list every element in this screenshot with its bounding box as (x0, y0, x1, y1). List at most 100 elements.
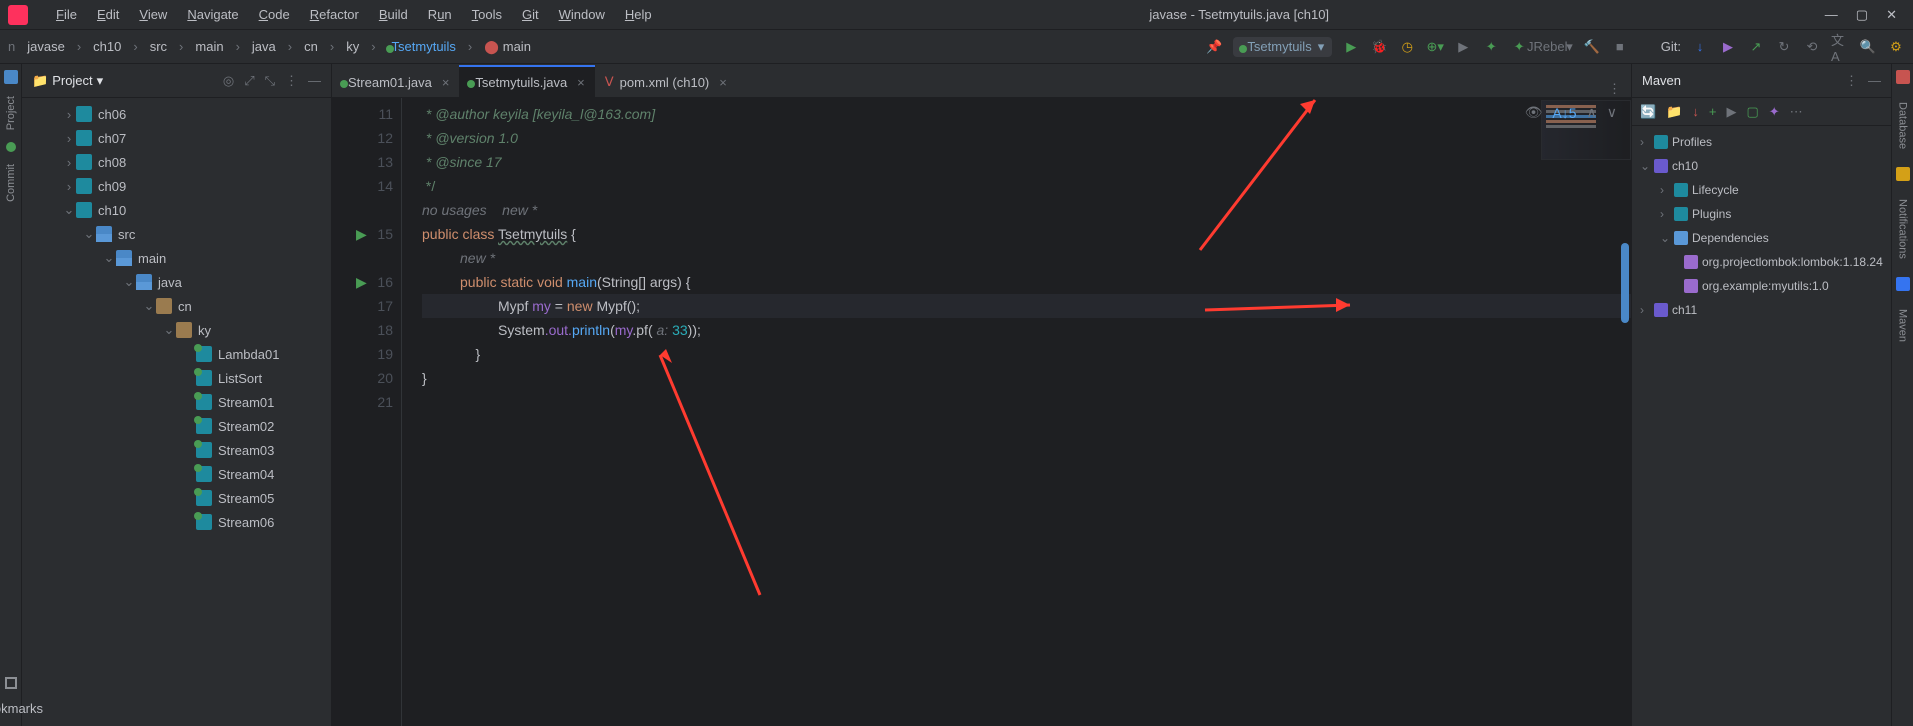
breadcrumb-root[interactable]: javase (27, 39, 65, 54)
run-gutter-icon[interactable]: ▶ (356, 270, 367, 294)
maven-ch10[interactable]: ⌄ch10 (1632, 154, 1891, 178)
maven-toggle-icon[interactable]: ✦ (1769, 104, 1780, 120)
tree-stream05[interactable]: Stream05 (22, 486, 331, 510)
tree-lambda01[interactable]: Lambda01 (22, 342, 331, 366)
tree-src[interactable]: ⌄src (22, 222, 331, 246)
git-update-icon[interactable]: ↓ (1691, 38, 1709, 56)
database-tool-icon[interactable] (1896, 70, 1910, 84)
run-gutter-icon[interactable]: ▶ (356, 222, 367, 246)
build-button[interactable]: 🔨 (1583, 38, 1601, 56)
jrebel-debug-icon[interactable]: ✦ (1510, 38, 1528, 56)
menu-run[interactable]: Run (418, 7, 462, 22)
menu-navigate[interactable]: Navigate (177, 7, 248, 22)
tree-main[interactable]: ⌄main (22, 246, 331, 270)
maven-dependencies[interactable]: ⌄Dependencies (1632, 226, 1891, 250)
breadcrumb-ky[interactable]: ky (346, 39, 359, 54)
maven-dep-myutils[interactable]: org.example:myutils:1.0 (1632, 274, 1891, 298)
translate-icon[interactable]: 文A (1831, 38, 1849, 56)
tree-ch07[interactable]: ›ch07 (22, 126, 331, 150)
breadcrumb-method[interactable]: ⬤ main (484, 39, 531, 55)
run-more-button[interactable]: ▶ (1454, 38, 1472, 56)
rail-notifications[interactable]: Notifications (1897, 193, 1909, 265)
expand-icon[interactable]: ⤢ (244, 73, 254, 89)
minimize-button[interactable]: — (1825, 7, 1838, 23)
breadcrumb-java[interactable]: java (252, 39, 276, 54)
tree-ch06[interactable]: ›ch06 (22, 102, 331, 126)
hide-panel-icon[interactable]: — (308, 73, 321, 89)
menu-window[interactable]: Window (549, 7, 615, 22)
tree-stream02[interactable]: Stream02 (22, 414, 331, 438)
settings-icon[interactable]: ⚙ (1887, 38, 1905, 56)
run-config-selector[interactable]: Tsetmytuils ▾ (1233, 37, 1332, 57)
maven-hide-icon[interactable]: — (1868, 73, 1881, 89)
tree-ch10[interactable]: ⌄ch10 (22, 198, 331, 222)
tree-cn[interactable]: ⌄cn (22, 294, 331, 318)
tree-ch08[interactable]: ›ch08 (22, 150, 331, 174)
breadcrumb-main[interactable]: main (195, 39, 223, 54)
maven-dep-lombok[interactable]: org.projectlombok:lombok:1.18.24 (1632, 250, 1891, 274)
close-tab-icon[interactable]: × (573, 75, 585, 90)
breadcrumb-cn[interactable]: cn (304, 39, 318, 54)
close-button[interactable]: ✕ (1886, 7, 1897, 23)
menu-edit[interactable]: Edit (87, 7, 129, 22)
code-text[interactable]: * @author keyila [keyila_l@163.com] * @v… (402, 98, 1631, 726)
rail-bookmarks[interactable]: Bookmarks (0, 701, 43, 716)
git-history-icon[interactable]: ↻ (1775, 38, 1793, 56)
code-area[interactable]: 👁 A↓5 ∧ ∨ 11 12 13 14 15▶ 16▶ 17 18 19 2… (332, 98, 1631, 726)
menu-view[interactable]: View (129, 7, 177, 22)
bookmarks-icon[interactable] (5, 677, 17, 689)
maven-run-icon[interactable]: ▶ (1726, 104, 1736, 120)
git-commit-icon[interactable]: ▶ (1719, 38, 1737, 56)
breadcrumb-class[interactable]: Tsetmytuils (388, 39, 456, 54)
tree-stream06[interactable]: Stream06 (22, 510, 331, 534)
debug-button[interactable]: 🐞 (1370, 38, 1388, 56)
search-icon[interactable]: 🔍 (1859, 38, 1877, 56)
maven-ch11[interactable]: ›ch11 (1632, 298, 1891, 322)
tree-listsort[interactable]: ListSort (22, 366, 331, 390)
stop-button[interactable]: ■ (1611, 38, 1629, 56)
run-button[interactable]: ▶ (1342, 38, 1360, 56)
collapse-icon[interactable]: ⤡ (265, 73, 275, 89)
menu-git[interactable]: Git (512, 7, 549, 22)
tab-pom[interactable]: Ⅴpom.xml (ch10)× (595, 65, 737, 97)
menu-file[interactable]: File (46, 7, 87, 22)
maven-execute-icon[interactable]: ▢ (1746, 104, 1758, 120)
tree-stream01[interactable]: Stream01 (22, 390, 331, 414)
rail-commit[interactable]: Commit (5, 158, 17, 208)
tree-ky[interactable]: ⌄ky (22, 318, 331, 342)
maven-more-icon[interactable]: ⋯ (1790, 104, 1803, 120)
maximize-button[interactable]: ▢ (1856, 7, 1868, 23)
maven-add-icon[interactable]: + (1709, 104, 1717, 119)
tab-tsetmytuils[interactable]: Tsetmytuils.java× (459, 65, 594, 97)
coverage-button[interactable]: ◷ (1398, 38, 1416, 56)
maven-tool-icon[interactable] (1896, 277, 1910, 291)
tree-stream04[interactable]: Stream04 (22, 462, 331, 486)
menu-refactor[interactable]: Refactor (300, 7, 369, 22)
maven-profiles[interactable]: ›Profiles (1632, 130, 1891, 154)
maven-menu-icon[interactable]: ⋮ (1845, 73, 1858, 89)
target-icon[interactable]: ◎ (223, 73, 234, 89)
pin-icon[interactable]: 📌 (1205, 38, 1223, 56)
maven-reload-icon[interactable]: 🔄 (1640, 104, 1656, 120)
git-push-icon[interactable]: ↗ (1747, 38, 1765, 56)
menu-tools[interactable]: Tools (462, 7, 512, 22)
jrebel-run-icon[interactable]: ✦ (1482, 38, 1500, 56)
profile-button[interactable]: ⊕▾ (1426, 38, 1444, 56)
commit-tool-icon[interactable] (6, 142, 16, 152)
menu-help[interactable]: Help (615, 7, 662, 22)
scroll-marker[interactable] (1619, 98, 1631, 726)
menu-code[interactable]: Code (249, 7, 300, 22)
breadcrumb-src[interactable]: src (150, 39, 167, 54)
tree-ch09[interactable]: ›ch09 (22, 174, 331, 198)
rail-maven[interactable]: Maven (1897, 303, 1909, 348)
close-tab-icon[interactable]: × (438, 75, 450, 90)
maven-generate-icon[interactable]: 📁 (1666, 104, 1682, 120)
maven-download-icon[interactable]: ↓ (1692, 104, 1699, 119)
tree-stream03[interactable]: Stream03 (22, 438, 331, 462)
tabs-more-icon[interactable]: ⋮ (1598, 81, 1631, 97)
menu-build[interactable]: Build (369, 7, 418, 22)
breadcrumb-module[interactable]: ch10 (93, 39, 121, 54)
maven-lifecycle[interactable]: ›Lifecycle (1632, 178, 1891, 202)
panel-menu-icon[interactable]: ⋮ (285, 73, 298, 89)
rail-database[interactable]: Database (1897, 96, 1909, 155)
